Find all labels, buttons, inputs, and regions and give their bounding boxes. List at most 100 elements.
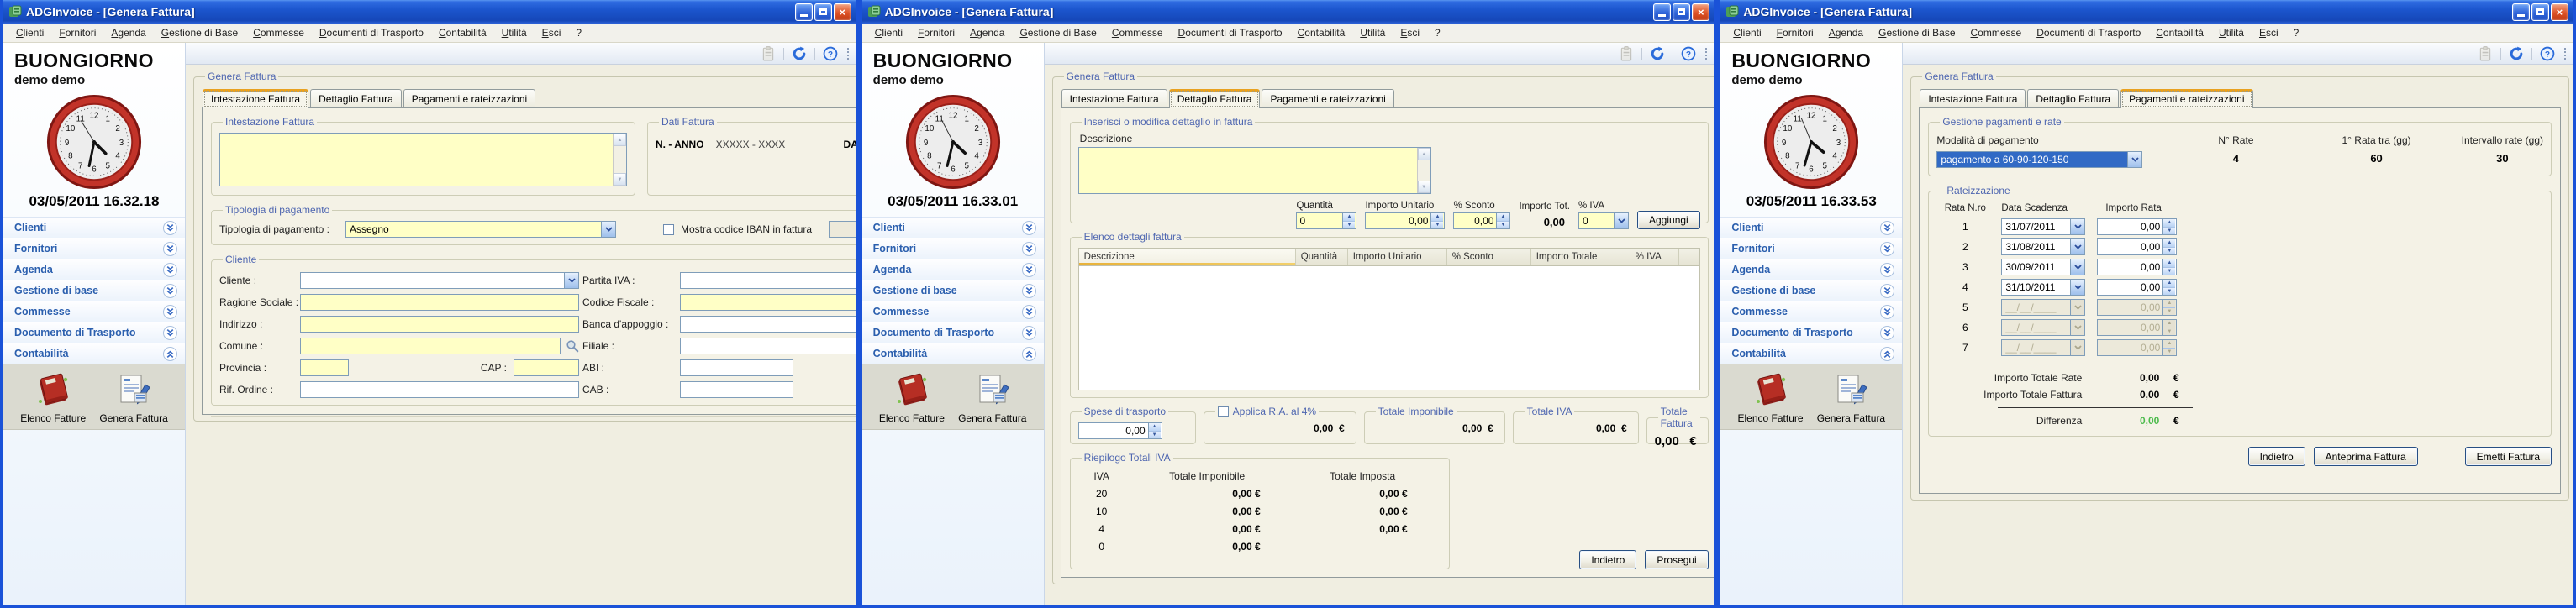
emetti-fattura-button[interactable]: Emetti Fattura bbox=[2465, 447, 2552, 466]
chevron-up-icon[interactable] bbox=[1880, 347, 1894, 361]
tab-dettaglio-fattura[interactable]: Dettaglio Fattura bbox=[1169, 89, 1261, 108]
chevron-down-icon[interactable] bbox=[163, 284, 177, 298]
data-scadenza-combobox[interactable]: 31/08/2011 bbox=[2001, 238, 2085, 255]
chevron-down-icon[interactable] bbox=[163, 242, 177, 256]
elenco-table-body[interactable] bbox=[1078, 266, 1700, 390]
launcher-genera-fattura[interactable]: Genera Fattura bbox=[1817, 373, 1885, 424]
tab-pagamenti-rateizzazioni[interactable]: Pagamenti e rateizzazioni bbox=[2120, 89, 2252, 108]
indietro-button[interactable]: Indietro bbox=[2248, 447, 2305, 466]
titlebar[interactable]: ADGInvoice - [Genera Fattura] × bbox=[3, 0, 856, 24]
modalita-pagamento-combobox[interactable]: pagamento a 60-90-120-150 bbox=[1936, 151, 2142, 168]
close-button[interactable]: × bbox=[834, 3, 851, 21]
col-descrizione[interactable]: Descrizione bbox=[1079, 249, 1296, 265]
menu-gestione-di-base[interactable]: Gestione di Base bbox=[154, 24, 245, 41]
cliente-combobox[interactable] bbox=[300, 272, 579, 289]
chevron-down-icon[interactable] bbox=[163, 221, 177, 235]
launcher-genera-fattura[interactable]: Genera Fattura bbox=[958, 373, 1026, 424]
intestazione-textarea[interactable]: ▲▼ bbox=[219, 133, 627, 186]
spese-spinner[interactable]: ▲▼ bbox=[1078, 422, 1162, 439]
launcher-elenco-fatture[interactable]: Elenco Fatture bbox=[1738, 373, 1804, 424]
spinner-arrows-icon[interactable]: ▲▼ bbox=[2162, 259, 2175, 275]
menu-fornitori[interactable]: Fornitori bbox=[910, 24, 962, 41]
toolbar-overflow-grip[interactable] bbox=[1704, 48, 1709, 60]
aggiungi-button[interactable]: Aggiungi bbox=[1637, 211, 1700, 229]
filiale-field[interactable] bbox=[680, 338, 859, 354]
toolbar-overflow-grip[interactable] bbox=[845, 48, 851, 60]
menu-commesse[interactable]: Commesse bbox=[1104, 24, 1171, 41]
comune-field[interactable] bbox=[300, 338, 561, 354]
spinner-arrows-icon[interactable]: ▲▼ bbox=[1148, 423, 1161, 438]
spinner-arrows-icon[interactable]: ▲▼ bbox=[1342, 213, 1355, 228]
applica-ra-checkbox[interactable] bbox=[1218, 406, 1229, 417]
sidebar-item-documento-di-trasporto[interactable]: Documento di Trasporto bbox=[3, 322, 185, 343]
col-importo-totale[interactable]: Importo Totale bbox=[1531, 249, 1630, 265]
chevron-down-icon[interactable] bbox=[1022, 326, 1036, 340]
refresh-icon[interactable] bbox=[792, 46, 807, 61]
importo-rata-spinner[interactable]: ▲▼ bbox=[2097, 279, 2177, 296]
menu-help[interactable]: ? bbox=[1427, 24, 1448, 41]
sidebar-item-commesse[interactable]: Commesse bbox=[862, 301, 1044, 322]
tab-pagamenti-rateizzazioni[interactable]: Pagamenti e rateizzazioni bbox=[403, 89, 535, 107]
paste-icon[interactable] bbox=[1619, 46, 1634, 61]
menu-help[interactable]: ? bbox=[2286, 24, 2307, 41]
minimize-button[interactable] bbox=[1653, 3, 1671, 21]
menu-utilita[interactable]: Utilità bbox=[494, 24, 535, 41]
maximize-button[interactable] bbox=[2531, 3, 2549, 21]
maximize-button[interactable] bbox=[1673, 3, 1690, 21]
sidebar-item-fornitori[interactable]: Fornitori bbox=[3, 238, 185, 259]
launcher-elenco-fatture[interactable]: Elenco Fatture bbox=[20, 373, 86, 424]
maximize-button[interactable] bbox=[814, 3, 832, 21]
data-scadenza-combobox[interactable]: 31/10/2011 bbox=[2001, 279, 2085, 296]
sconto-spinner[interactable]: ▲▼ bbox=[1453, 212, 1510, 229]
sidebar-item-gestione-di-base[interactable]: Gestione di base bbox=[1720, 280, 1902, 301]
menu-clienti[interactable]: Clienti bbox=[8, 24, 51, 41]
titlebar[interactable]: ADGInvoice - [Genera Fattura] × bbox=[1720, 0, 2573, 24]
descrizione-textarea[interactable]: ▲▼ bbox=[1078, 147, 1431, 194]
chevron-down-icon[interactable] bbox=[1880, 284, 1894, 298]
chevron-down-icon[interactable] bbox=[163, 263, 177, 277]
combo-arrow-icon[interactable] bbox=[2070, 280, 2084, 295]
menu-esci[interactable]: Esci bbox=[2252, 24, 2286, 41]
prosegui-button[interactable]: Prosegui bbox=[1645, 550, 1708, 569]
iva-combobox[interactable]: 0 bbox=[1578, 212, 1629, 229]
combo-arrow-icon[interactable] bbox=[2127, 152, 2141, 167]
menu-clienti[interactable]: Clienti bbox=[1725, 24, 1768, 41]
sidebar-item-fornitori[interactable]: Fornitori bbox=[862, 238, 1044, 259]
abi-field[interactable] bbox=[680, 359, 793, 376]
importo-unitario-spinner[interactable]: ▲▼ bbox=[1365, 212, 1445, 229]
menu-documenti-di-trasporto[interactable]: Documenti di Trasporto bbox=[312, 24, 431, 41]
importo-rata-spinner[interactable]: ▲▼ bbox=[2097, 259, 2177, 275]
combo-arrow-icon[interactable] bbox=[2070, 239, 2084, 254]
chevron-down-icon[interactable] bbox=[1880, 305, 1894, 319]
mostra-iban-checkbox[interactable] bbox=[663, 224, 674, 235]
menu-documenti-di-trasporto[interactable]: Documenti di Trasporto bbox=[2029, 24, 2148, 41]
help-icon[interactable]: ? bbox=[823, 46, 838, 61]
menu-clienti[interactable]: Clienti bbox=[867, 24, 910, 41]
banca-appoggio-combobox[interactable] bbox=[680, 316, 859, 333]
sidebar-item-contabilita[interactable]: Contabilità bbox=[3, 343, 185, 364]
minimize-button[interactable] bbox=[795, 3, 813, 21]
menu-esci[interactable]: Esci bbox=[535, 24, 569, 41]
menu-gestione-di-base[interactable]: Gestione di Base bbox=[1871, 24, 1962, 41]
spinner-arrows-icon[interactable]: ▲▼ bbox=[1430, 213, 1443, 228]
menu-documenti-di-trasporto[interactable]: Documenti di Trasporto bbox=[1171, 24, 1290, 41]
toolbar-overflow-grip[interactable] bbox=[2563, 48, 2568, 60]
sidebar-item-commesse[interactable]: Commesse bbox=[1720, 301, 1902, 322]
sidebar-item-clienti[interactable]: Clienti bbox=[3, 218, 185, 238]
tipologia-combobox[interactable]: Assegno bbox=[345, 221, 616, 238]
menu-commesse[interactable]: Commesse bbox=[1963, 24, 2030, 41]
menu-contabilita[interactable]: Contabilità bbox=[431, 24, 494, 41]
chevron-down-icon[interactable] bbox=[1880, 326, 1894, 340]
sidebar-item-fornitori[interactable]: Fornitori bbox=[1720, 238, 1902, 259]
data-scadenza-combobox[interactable]: 30/09/2011 bbox=[2001, 259, 2085, 275]
col-quantita[interactable]: Quantità bbox=[1296, 249, 1348, 265]
menu-gestione-di-base[interactable]: Gestione di Base bbox=[1012, 24, 1104, 41]
paste-icon[interactable] bbox=[761, 46, 776, 61]
launcher-elenco-fatture[interactable]: Elenco Fatture bbox=[879, 373, 945, 424]
sidebar-item-gestione-di-base[interactable]: Gestione di base bbox=[862, 280, 1044, 301]
col-sconto[interactable]: % Sconto bbox=[1447, 249, 1531, 265]
menu-utilita[interactable]: Utilità bbox=[2211, 24, 2252, 41]
codice-fiscale-field[interactable] bbox=[680, 294, 859, 311]
cap-field[interactable] bbox=[514, 359, 579, 376]
data-scadenza-combobox[interactable]: 31/07/2011 bbox=[2001, 218, 2085, 235]
